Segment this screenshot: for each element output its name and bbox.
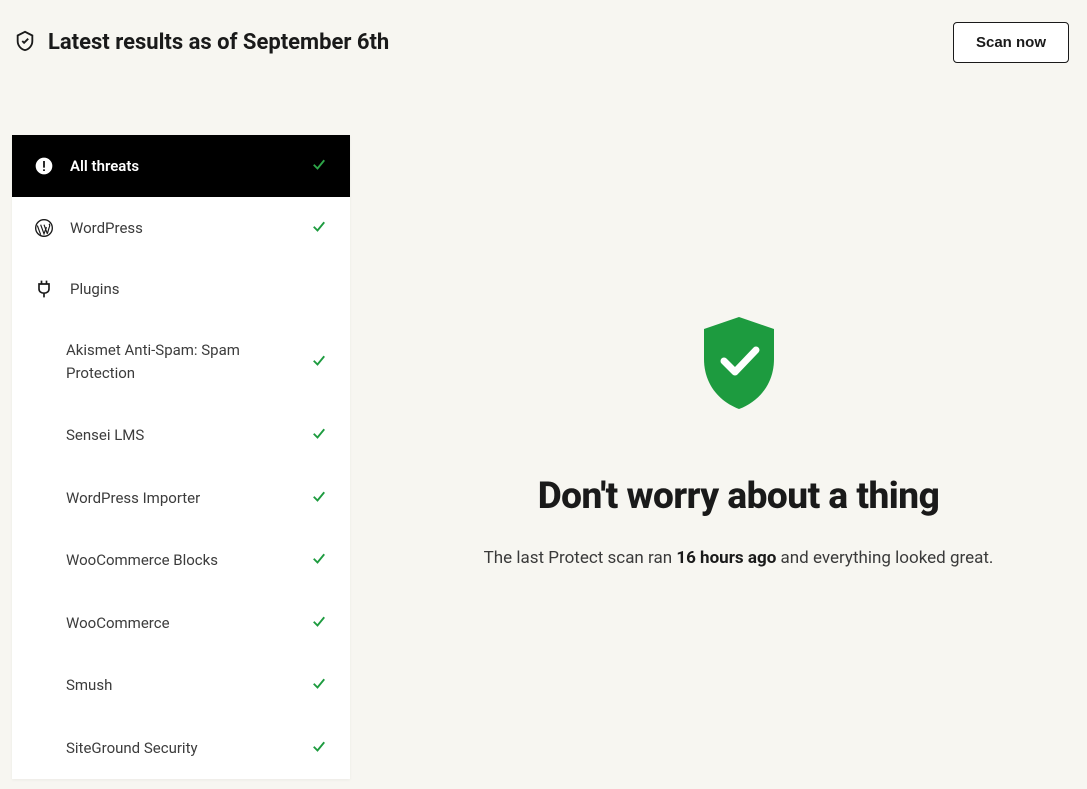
header: Latest results as of September 6th Scan … [0, 0, 1087, 85]
sidebar-subitem-smush[interactable]: Smush [12, 654, 350, 717]
sidebar-subitem-sensei[interactable]: Sensei LMS [12, 404, 350, 467]
check-icon [310, 351, 328, 373]
sidebar-subitem-wp-importer[interactable]: WordPress Importer [12, 467, 350, 530]
wordpress-icon [34, 218, 54, 238]
subtitle-suffix: and everything looked great. [776, 548, 993, 568]
shield-success-icon [696, 315, 782, 415]
main-title: Don't worry about a thing [538, 475, 940, 518]
sidebar-item-label: All threats [70, 157, 294, 175]
scan-now-button[interactable]: Scan now [953, 22, 1069, 63]
content: All threats WordPress [0, 85, 1087, 779]
page-title: Latest results as of September 6th [48, 30, 389, 55]
sidebar-subitem-label: Sensei LMS [66, 424, 294, 447]
main-panel: Don't worry about a thing The last Prote… [390, 85, 1087, 779]
sidebar-item-wordpress[interactable]: WordPress [12, 197, 350, 259]
check-icon [310, 674, 328, 696]
main-subtitle: The last Protect scan ran 16 hours ago a… [484, 548, 994, 568]
check-icon [310, 155, 328, 177]
sidebar-item-plugins[interactable]: Plugins [12, 259, 350, 319]
sidebar-subitem-akismet[interactable]: Akismet Anti-Spam: Spam Protection [12, 319, 350, 404]
shield-check-icon [14, 30, 36, 56]
sidebar-subitem-siteground[interactable]: SiteGround Security [12, 717, 350, 780]
plug-icon [34, 279, 54, 299]
sidebar-subitem-label: SiteGround Security [66, 737, 294, 760]
sidebar-item-label: Plugins [70, 280, 328, 298]
check-icon [310, 737, 328, 759]
sidebar-subitem-label: WordPress Importer [66, 487, 294, 510]
check-icon [310, 217, 328, 239]
check-icon [310, 549, 328, 571]
sidebar-item-all-threats[interactable]: All threats [12, 135, 350, 197]
sidebar-subitem-label: WooCommerce Blocks [66, 549, 294, 572]
sidebar-item-label: WordPress [70, 219, 294, 237]
sidebar: All threats WordPress [12, 135, 350, 779]
subtitle-prefix: The last Protect scan ran [484, 548, 677, 568]
sidebar-subitem-label: WooCommerce [66, 612, 294, 635]
check-icon [310, 612, 328, 634]
check-icon [310, 424, 328, 446]
check-icon [310, 487, 328, 509]
alert-circle-icon [34, 156, 54, 176]
header-left: Latest results as of September 6th [14, 30, 389, 56]
sidebar-subitem-woo-blocks[interactable]: WooCommerce Blocks [12, 529, 350, 592]
sidebar-subitem-woocommerce[interactable]: WooCommerce [12, 592, 350, 655]
subtitle-bold: 16 hours ago [676, 548, 776, 568]
sidebar-subitem-label: Akismet Anti-Spam: Spam Protection [66, 339, 294, 384]
sidebar-subitem-label: Smush [66, 674, 294, 697]
